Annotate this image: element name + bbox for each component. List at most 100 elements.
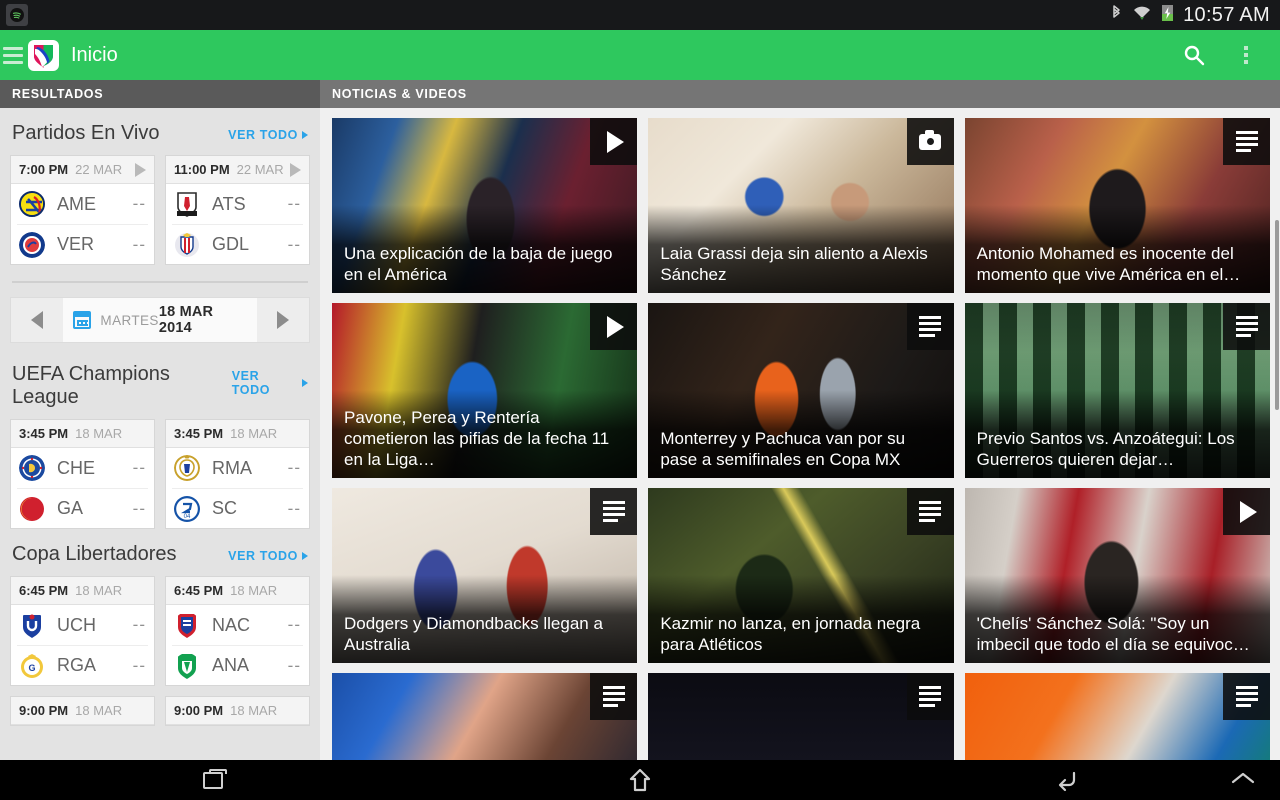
news-card[interactable]: [648, 673, 954, 760]
news-scrollbar[interactable]: [1275, 220, 1279, 410]
play-icon[interactable]: [135, 162, 146, 177]
section-title: Copa Libertadores: [12, 543, 177, 565]
match-card[interactable]: 6:45 PM 18 MAR NAC -- ANA --: [165, 576, 310, 686]
news-card[interactable]: 'Chelís' Sánchez Solá: "Soy un imbecil q…: [964, 488, 1270, 663]
back-button[interactable]: [853, 760, 1280, 800]
match-card-header: 6:45 PM 18 MAR: [11, 577, 154, 605]
results-strip-label: RESULTADOS: [12, 87, 104, 101]
team-score: --: [132, 458, 146, 477]
date-navigator[interactable]: MARTES 18 MAR 2014: [10, 297, 310, 343]
media-badge-video[interactable]: [590, 303, 638, 350]
play-icon[interactable]: [290, 162, 301, 177]
match-card-header: 11:00 PM 22 MAR: [166, 156, 309, 184]
news-card[interactable]: Monterrey y Pachuca van por su pase a se…: [648, 303, 954, 478]
article-icon: [919, 316, 942, 337]
expand-button[interactable]: [1230, 770, 1256, 791]
media-badge-article[interactable]: [1223, 118, 1270, 165]
back-icon: [1058, 771, 1075, 792]
team-score: --: [132, 194, 146, 213]
news-card[interactable]: [964, 673, 1270, 760]
news-card[interactable]: Laia Grassi deja sin aliento a Alexis Sá…: [648, 118, 954, 293]
spotify-icon[interactable]: [6, 4, 28, 26]
match-date: 18 MAR: [230, 426, 278, 441]
match-time: 6:45 PM: [174, 583, 224, 598]
team-score: --: [132, 655, 146, 675]
match-row-ucl: 3:45 PM 18 MAR CHE -- GA -- 3:45 PM 18 M: [10, 419, 310, 529]
media-badge-photo[interactable]: [906, 118, 954, 165]
match-card[interactable]: 11:00 PM 22 MAR ATS -- GDL --: [165, 155, 310, 265]
action-bar-actions: [1170, 30, 1280, 80]
news-card[interactable]: Dodgers y Diamondbacks llegan a Australi…: [332, 488, 638, 663]
media-badge-article[interactable]: [906, 673, 954, 720]
match-card[interactable]: 3:45 PM 18 MAR RMA -- 04 SC --: [165, 419, 310, 529]
media-badge-article[interactable]: [1223, 673, 1270, 720]
team-abbr: ATS: [212, 193, 246, 214]
news-card[interactable]: Kazmir no lanza, en jornada negra para A…: [648, 488, 954, 663]
news-title: Previo Santos vs. Anzoátegui: Los Guerre…: [976, 429, 1235, 469]
match-row-live: 7:00 PM 22 MAR AME -- VER -- 11:00 PM 22…: [10, 155, 310, 265]
match-team-home: AME --: [11, 184, 154, 224]
see-all-live-button[interactable]: VER TODO: [228, 128, 308, 142]
camera-icon: [919, 129, 942, 150]
news-card[interactable]: Pavone, Perea y Rentería cometieron las …: [332, 303, 638, 478]
date-next-button[interactable]: [257, 298, 309, 342]
match-card[interactable]: 9:00 PM 18 MAR: [10, 696, 155, 726]
results-panel[interactable]: Partidos En Vivo VER TODO 7:00 PM 22 MAR…: [0, 108, 320, 760]
galatasaray-crest: [19, 496, 45, 522]
section-title: UEFA Champions League: [12, 363, 170, 408]
date-prev-button[interactable]: [11, 298, 63, 342]
recents-button[interactable]: [0, 760, 427, 800]
media-badge-article[interactable]: [590, 673, 638, 720]
news-panel[interactable]: Una explicación de la baja de juego en e…: [320, 108, 1280, 760]
match-card[interactable]: 9:00 PM 18 MAR: [165, 696, 310, 726]
media-badge-article[interactable]: [1223, 303, 1270, 350]
news-card[interactable]: Una explicación de la baja de juego en e…: [332, 118, 638, 293]
search-icon[interactable]: [1170, 30, 1218, 80]
media-badge-video[interactable]: [1223, 488, 1270, 535]
media-badge-video[interactable]: [590, 118, 638, 165]
news-card[interactable]: Antonio Mohamed es inocente del momento …: [964, 118, 1270, 293]
news-title: Antonio Mohamed es inocente del momento …: [976, 244, 1241, 284]
univision-shield-logo[interactable]: [28, 39, 59, 71]
date-display[interactable]: MARTES 18 MAR 2014: [63, 298, 257, 342]
media-badge-article[interactable]: [590, 488, 638, 535]
news-card[interactable]: Previo Santos vs. Anzoátegui: Los Guerre…: [964, 303, 1270, 478]
media-badge-article[interactable]: [906, 488, 954, 535]
status-notifications[interactable]: [6, 4, 28, 26]
chevron-right-icon: [302, 131, 308, 139]
recents-icon: [203, 768, 228, 789]
match-card[interactable]: 3:45 PM 18 MAR CHE -- GA --: [10, 419, 155, 529]
see-all-libertadores-button[interactable]: VER TODO: [228, 549, 308, 563]
section-title: Partidos En Vivo: [12, 122, 160, 144]
action-bar: Inicio: [0, 30, 1280, 80]
see-all-label: VER TODO: [231, 369, 271, 397]
section-header-ucl: UEFA Champions League VER TODO: [10, 349, 310, 419]
battery-charging-icon: [1161, 3, 1174, 27]
news-title: Pavone, Perea y Rentería cometieron las …: [344, 408, 610, 469]
media-badge-article[interactable]: [906, 303, 954, 350]
chevron-right-icon: [302, 552, 308, 560]
calendar-icon: [73, 311, 92, 329]
play-icon: [1240, 500, 1257, 523]
chevron-up-icon: [1231, 772, 1255, 783]
team-abbr: RGA: [57, 655, 97, 675]
overflow-menu-icon[interactable]: [1222, 30, 1270, 80]
home-button[interactable]: [427, 760, 854, 800]
news-card[interactable]: [332, 673, 638, 760]
news-title: Laia Grassi deja sin aliento a Alexis Sá…: [660, 244, 928, 284]
match-date: 18 MAR: [75, 583, 123, 598]
team-abbr: AME: [57, 193, 97, 214]
team-abbr: GA: [57, 498, 84, 518]
team-abbr: ANA: [212, 655, 250, 675]
wifi-icon: [1132, 4, 1152, 27]
chelsea-crest: [19, 455, 45, 481]
schalke-crest: 04: [174, 495, 200, 522]
section-divider: [12, 281, 308, 283]
match-team-home: UCH --: [11, 605, 154, 645]
match-card[interactable]: 7:00 PM 22 MAR AME -- VER --: [10, 155, 155, 265]
club-america-crest: [19, 191, 45, 217]
match-card[interactable]: 6:45 PM 18 MAR UCH -- G RGA --: [10, 576, 155, 686]
match-team-away: GDL --: [172, 224, 303, 264]
see-all-ucl-button[interactable]: VER TODO: [232, 369, 308, 397]
hamburger-menu-icon[interactable]: [3, 46, 23, 64]
